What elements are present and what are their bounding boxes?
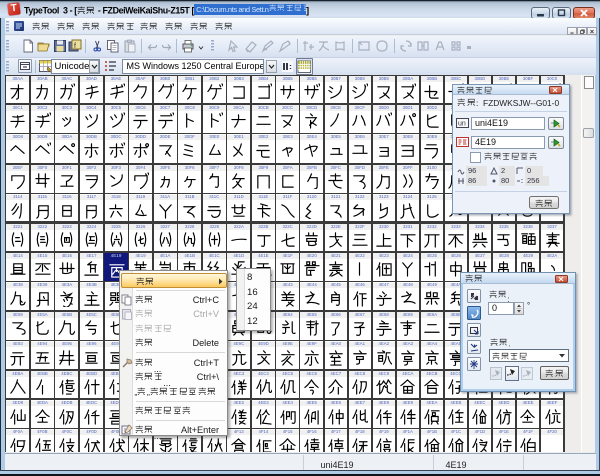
svg-text:f: f <box>74 43 76 50</box>
svg-text:un: un <box>458 121 466 128</box>
